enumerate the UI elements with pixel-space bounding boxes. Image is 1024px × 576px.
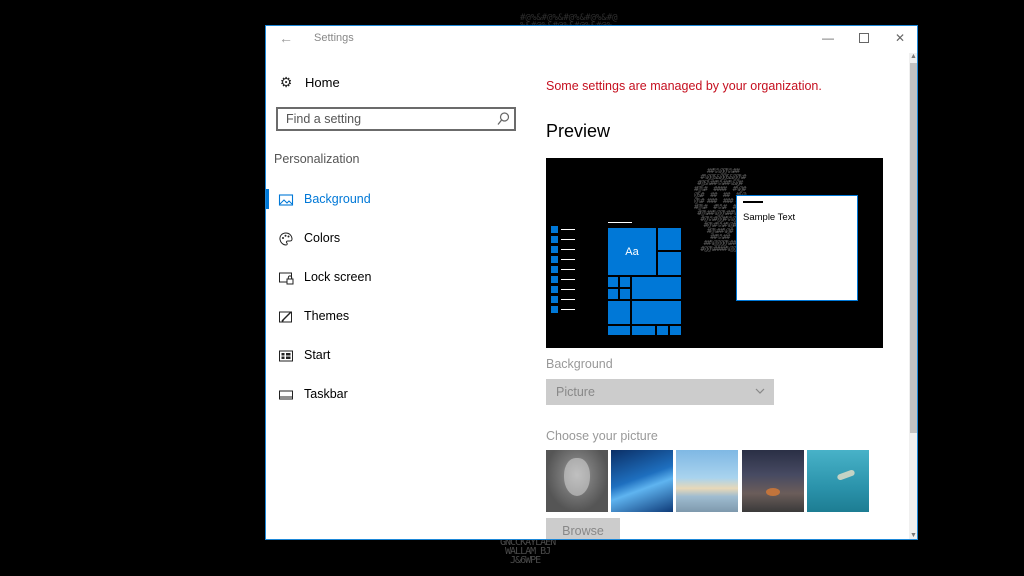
tile (608, 277, 618, 287)
themes-icon (279, 311, 292, 323)
sidebar-item-colors[interactable]: Colors (266, 226, 516, 252)
sample-window-titlebar (743, 201, 763, 203)
list-item (551, 275, 575, 285)
search-box (276, 107, 516, 131)
sidebar-item-label: Colors (304, 231, 341, 245)
home-label: Home (305, 74, 340, 90)
list-item (551, 235, 575, 245)
picture-thumbnail-night-sky[interactable] (742, 450, 804, 512)
search-input[interactable] (278, 109, 492, 129)
sidebar-item-label: Background (304, 192, 371, 206)
sidebar-item-themes[interactable]: Themes (266, 304, 516, 330)
sample-window: Sample Text (736, 195, 858, 301)
background-dropdown[interactable]: Picture (546, 379, 774, 405)
scrollbar-thumb[interactable] (910, 63, 917, 433)
close-button[interactable]: ✕ (890, 30, 910, 46)
sidebar-item-start[interactable]: Start (266, 343, 516, 369)
tile (632, 326, 655, 335)
picture-icon (278, 194, 294, 206)
background-label: Background (546, 357, 613, 371)
sidebar-item-background[interactable]: Background (266, 187, 516, 213)
start-menu-list (551, 225, 575, 315)
sidebar-item-label: Taskbar (304, 387, 348, 401)
back-arrow-icon[interactable]: ← (278, 30, 294, 46)
chevron-down-icon (755, 388, 765, 394)
palette-icon (279, 232, 293, 246)
tile (657, 326, 668, 335)
picture-thumbnail-mask[interactable] (546, 450, 608, 512)
tile-large: Aa (608, 228, 656, 275)
background-dropdown-value: Picture (556, 385, 595, 399)
picture-thumbnail-windows[interactable] (611, 450, 673, 512)
sidebar-item-label: Lock screen (304, 270, 372, 284)
list-item (551, 245, 575, 255)
scroll-up-icon[interactable]: ▲ (909, 53, 917, 61)
tile (658, 252, 681, 275)
start-tiles: Aa (608, 228, 681, 338)
picture-thumbnail-beach[interactable] (676, 450, 738, 512)
taskbar-icon (279, 390, 293, 400)
list-item (551, 295, 575, 305)
settings-window: ← Settings — ✕ ⚙ Home Personalization Ba… (265, 25, 918, 540)
tile (620, 289, 630, 299)
minimize-button[interactable]: — (818, 30, 838, 46)
list-item (551, 265, 575, 275)
window-title: Settings (314, 32, 354, 44)
tiles-header-line (608, 222, 632, 223)
sidebar-item-label: Start (304, 348, 331, 362)
preview-heading: Preview (546, 121, 611, 141)
browse-button[interactable]: Browse (546, 518, 620, 539)
home-link[interactable]: ⚙ Home (278, 72, 340, 92)
tile (608, 289, 618, 299)
sidebar-item-lock-screen[interactable]: Lock screen (266, 265, 516, 291)
tile (632, 301, 681, 324)
desktop-wallpaper-top: #@%&#@%&#@%&#@%&#@ %&#@%&#@%&#@%&#@% (520, 13, 618, 27)
lock-screen-icon (279, 272, 294, 285)
scroll-down-icon[interactable]: ▼ (909, 532, 917, 539)
scrollbar[interactable]: ▲ ▼ (909, 53, 917, 539)
picture-thumbnail-underwater[interactable] (807, 450, 869, 512)
maximize-button[interactable] (854, 30, 874, 46)
title-bar: ← Settings — ✕ (266, 26, 917, 52)
maximize-icon (859, 33, 869, 43)
list-item (551, 285, 575, 295)
sidebar-item-taskbar[interactable]: Taskbar (266, 382, 516, 408)
sidebar-item-label: Themes (304, 309, 350, 323)
tile (620, 277, 630, 287)
list-item (551, 305, 575, 315)
tile (670, 326, 681, 335)
sample-text: Sample Text (743, 212, 796, 223)
list-item (551, 255, 575, 265)
choose-picture-label: Choose your picture (546, 429, 658, 443)
section-label: Personalization (274, 152, 360, 166)
start-icon (279, 350, 293, 362)
search-icon[interactable] (496, 111, 510, 127)
active-indicator (266, 189, 269, 209)
tile (608, 326, 630, 335)
tile (658, 228, 681, 250)
preview-panel: ##%%@@%%## #%@@&&@@&&@@%# #@&%##%%##%&@#… (546, 158, 883, 348)
list-item (551, 225, 575, 235)
tile (608, 301, 630, 324)
gear-icon: ⚙ (279, 74, 293, 90)
organization-warning: Some settings are managed by your organi… (546, 79, 822, 93)
tile (632, 277, 681, 299)
